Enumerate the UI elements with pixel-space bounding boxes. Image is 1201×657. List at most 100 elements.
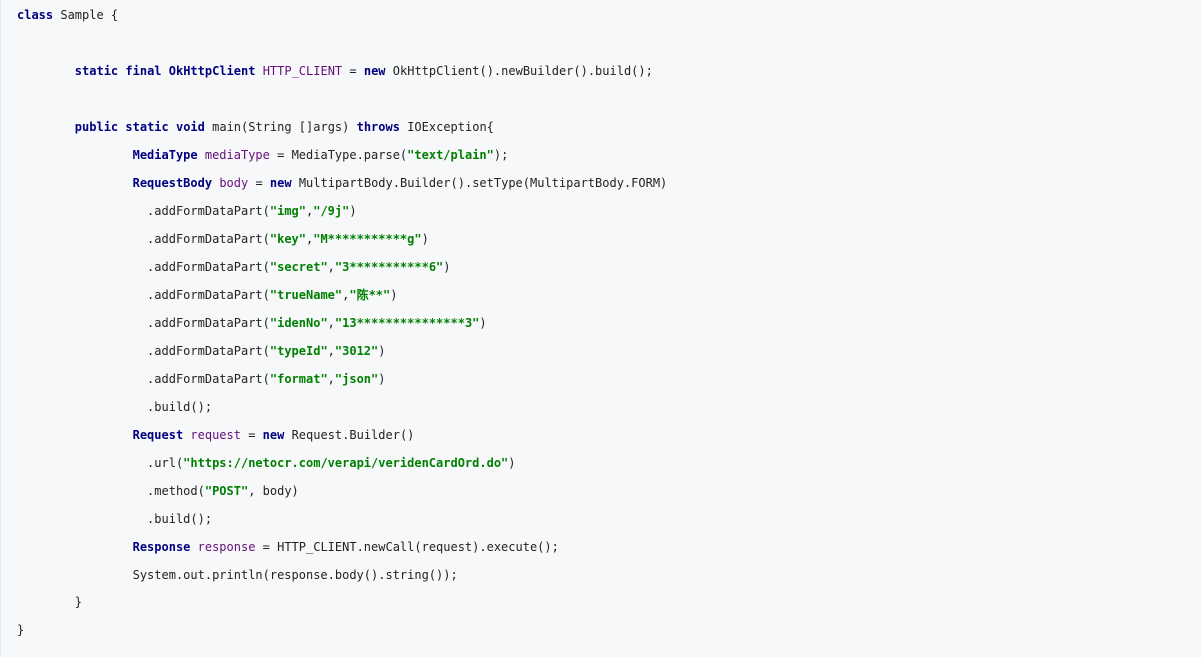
code-keyword: public	[74, 120, 119, 134]
code-line: RequestBody body = new MultipartBody.Bui…	[17, 175, 668, 191]
code-line: static final OkHttpClient HTTP_CLIENT = …	[17, 63, 653, 79]
code-string: "3***********6"	[334, 260, 444, 274]
code-text: );	[493, 148, 509, 162]
code-line: .method("POST", body)	[17, 483, 299, 499]
code-string: "format"	[269, 372, 328, 386]
code-keyword: void	[175, 120, 205, 134]
code-text: }	[74, 595, 83, 609]
code-line: Response response = HTTP_CLIENT.newCall(…	[17, 539, 559, 555]
code-text: =	[248, 176, 270, 190]
code-type: Request	[132, 428, 184, 442]
code-text: )	[421, 232, 429, 246]
code-text: main(String []args)	[204, 120, 357, 134]
code-text: ,	[327, 344, 335, 358]
code-line: .addFormDataPart("idenNo","13***********…	[17, 315, 487, 331]
code-text: = MediaType.parse(	[269, 148, 408, 162]
code-variable: mediaType	[204, 148, 270, 162]
code-text: )	[390, 288, 398, 302]
code-string: "img"	[269, 204, 306, 218]
code-type: OkHttpClient	[168, 64, 256, 78]
code-string: "陈**"	[349, 288, 391, 302]
code-text: }	[17, 623, 25, 637]
code-text: = HTTP_CLIENT.newCall(request).execute()…	[255, 540, 559, 554]
code-text: OkHttpClient().newBuilder().build();	[385, 64, 653, 78]
code-line: .addFormDataPart("img","/9j")	[17, 203, 357, 219]
code-variable: request	[190, 428, 241, 442]
code-line: }	[17, 622, 24, 638]
code-text: Request.Builder()	[284, 428, 415, 442]
code-line: class Sample {	[17, 7, 118, 23]
code-line: .addFormDataPart("secret","3***********6…	[17, 259, 451, 275]
code-text: , body)	[248, 484, 299, 498]
code-keyword: new	[363, 64, 386, 78]
code-text: )	[378, 344, 386, 358]
code-string: "3012"	[334, 344, 379, 358]
code-text: )	[378, 372, 386, 386]
code-text: .addFormDataPart(	[147, 316, 270, 330]
code-text: )	[349, 204, 357, 218]
code-line: public static void main(String []args) t…	[17, 119, 494, 135]
code-text: .method(	[147, 484, 205, 498]
code-line: MediaType mediaType = MediaType.parse("t…	[17, 147, 509, 163]
code-line: System.out.println(response.body().strin…	[17, 567, 458, 583]
code-text: .addFormDataPart(	[147, 260, 270, 274]
code-text: .addFormDataPart(	[147, 344, 270, 358]
code-keyword: static	[125, 120, 169, 134]
code-string: "key"	[269, 232, 306, 246]
code-string: "POST"	[204, 484, 249, 498]
code-text: .addFormDataPart(	[147, 372, 270, 386]
code-type: MediaType	[132, 148, 198, 162]
code-text: )	[479, 316, 487, 330]
code-text: .addFormDataPart(	[147, 288, 270, 302]
code-text: ,	[327, 260, 335, 274]
code-line: .build();	[17, 399, 212, 415]
code-line: Request request = new Request.Builder()	[17, 427, 415, 443]
code-line: .addFormDataPart("format","json")	[17, 371, 386, 387]
code-string: "https://netocr.com/verapi/veridenCardOr…	[183, 456, 509, 470]
code-string: "trueName"	[269, 288, 343, 302]
code-text: .build();	[147, 400, 213, 414]
code-type: RequestBody	[132, 176, 213, 190]
code-text: .addFormDataPart(	[147, 232, 270, 246]
code-variable: response	[197, 540, 256, 554]
code-text: )	[443, 260, 451, 274]
code-string: "secret"	[269, 260, 328, 274]
code-string: "/9j"	[313, 204, 350, 218]
code-keyword: throws	[356, 120, 400, 134]
code-text: System.out.println(response.body().strin…	[132, 568, 458, 582]
code-string: "idenNo"	[269, 316, 328, 330]
code-text: =	[240, 428, 263, 442]
code-line: .url("https://netocr.com/verapi/veridenC…	[17, 455, 516, 471]
code-text: ,	[327, 372, 335, 386]
code-line: .addFormDataPart("key","M***********g")	[17, 231, 429, 247]
code-block: class Sample { static final OkHttpClient…	[0, 0, 1201, 657]
code-string: "13***************3"	[334, 316, 480, 330]
code-line: }	[17, 594, 82, 610]
code-keyword: final	[125, 64, 162, 78]
code-text: )	[508, 456, 516, 470]
code-type: Response	[132, 540, 191, 554]
code-text: MultipartBody.Builder().setType(Multipar…	[291, 176, 668, 190]
code-string: "M***********g"	[313, 232, 422, 246]
code-keyword: new	[269, 176, 292, 190]
code-text: Sample {	[53, 8, 119, 22]
code-line: .addFormDataPart("typeId","3012")	[17, 343, 386, 359]
code-line: .addFormDataPart("trueName","陈**")	[17, 287, 398, 303]
